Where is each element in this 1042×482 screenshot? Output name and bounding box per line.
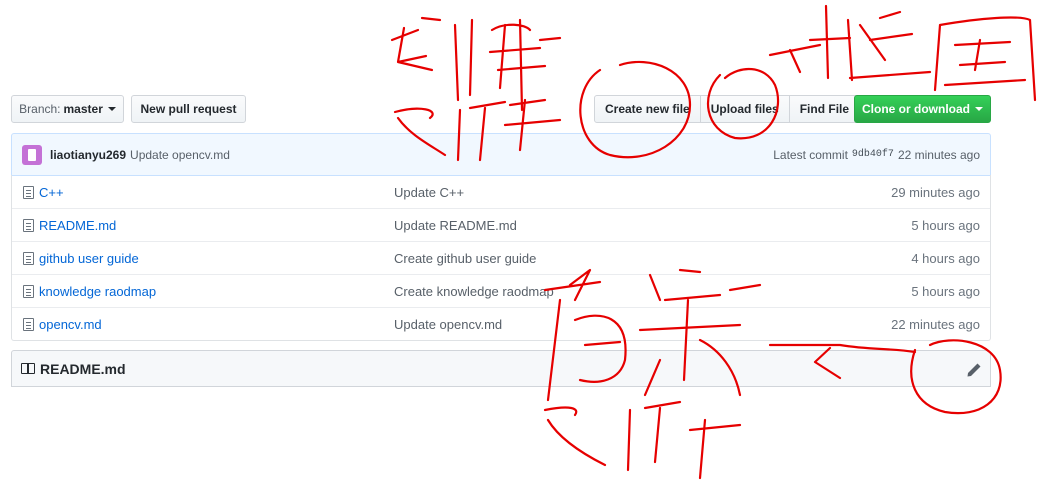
caret-down-icon — [975, 107, 983, 111]
file-commit-message[interactable]: Update README.md — [394, 218, 517, 233]
commit-time: 22 minutes ago — [897, 147, 980, 162]
file-icon — [23, 318, 34, 331]
file-name-link[interactable]: knowledge raodmap — [39, 284, 156, 299]
new-pull-request-button[interactable]: New pull request — [131, 95, 246, 123]
file-commit-message[interactable]: Create github user guide — [394, 251, 536, 266]
latest-commit-label: Latest commit — [773, 147, 848, 162]
readme-title: README.md — [40, 360, 126, 377]
commit-meta: Latest commit 9db40f7 22 minutes ago — [773, 148, 980, 162]
latest-commit-bar: liaotianyu269 Update opencv.md Latest co… — [11, 133, 991, 176]
branch-name: master — [63, 102, 103, 116]
commit-sha[interactable]: 9db40f7 — [852, 149, 894, 160]
file-name-link[interactable]: C++ — [39, 185, 64, 200]
file-icon — [23, 285, 34, 298]
find-file-button[interactable]: Find File — [789, 95, 861, 123]
file-age: 5 hours ago — [911, 283, 980, 299]
file-actions-group: Create new file Upload files Find File — [594, 95, 861, 123]
file-age: 22 minutes ago — [891, 316, 980, 332]
clone-or-download-button[interactable]: Clone or download — [854, 95, 991, 123]
file-name-link[interactable]: opencv.md — [39, 317, 102, 332]
caret-down-icon — [107, 107, 116, 111]
file-age: 29 minutes ago — [891, 184, 980, 200]
pencil-icon[interactable] — [966, 362, 982, 378]
book-icon — [21, 363, 35, 374]
table-row: knowledge raodmap Create knowledge raodm… — [12, 274, 990, 307]
commit-author[interactable]: liaotianyu269 — [50, 148, 126, 162]
table-row: github user guide Create github user gui… — [12, 241, 990, 274]
table-row: README.md Update README.md 5 hours ago — [12, 208, 990, 241]
avatar[interactable] — [22, 144, 42, 165]
table-row: opencv.md Update opencv.md 22 minutes ag… — [12, 307, 990, 340]
file-age: 4 hours ago — [911, 250, 980, 266]
file-name-link[interactable]: README.md — [39, 218, 116, 233]
branch-prefix: Branch: — [19, 102, 61, 116]
file-commit-message[interactable]: Update C++ — [394, 185, 464, 200]
file-icon — [23, 219, 34, 232]
file-icon — [23, 252, 34, 265]
file-commit-message[interactable]: Update opencv.md — [394, 317, 502, 332]
table-row: C++ Update C++ 29 minutes ago — [12, 175, 990, 208]
file-age: 5 hours ago — [911, 217, 980, 233]
branch-select-button[interactable]: Branch: master — [11, 95, 124, 123]
clone-or-download-label: Clone or download — [862, 102, 970, 116]
readme-header: README.md — [11, 350, 991, 387]
commit-message[interactable]: Update opencv.md — [130, 148, 230, 162]
file-commit-message[interactable]: Create knowledge raodmap — [394, 284, 554, 299]
file-list: C++ Update C++ 29 minutes ago README.md … — [11, 175, 991, 341]
file-name-link[interactable]: github user guide — [39, 251, 139, 266]
create-new-file-button[interactable]: Create new file — [594, 95, 701, 123]
upload-files-button[interactable]: Upload files — [700, 95, 790, 123]
file-icon — [23, 186, 34, 199]
